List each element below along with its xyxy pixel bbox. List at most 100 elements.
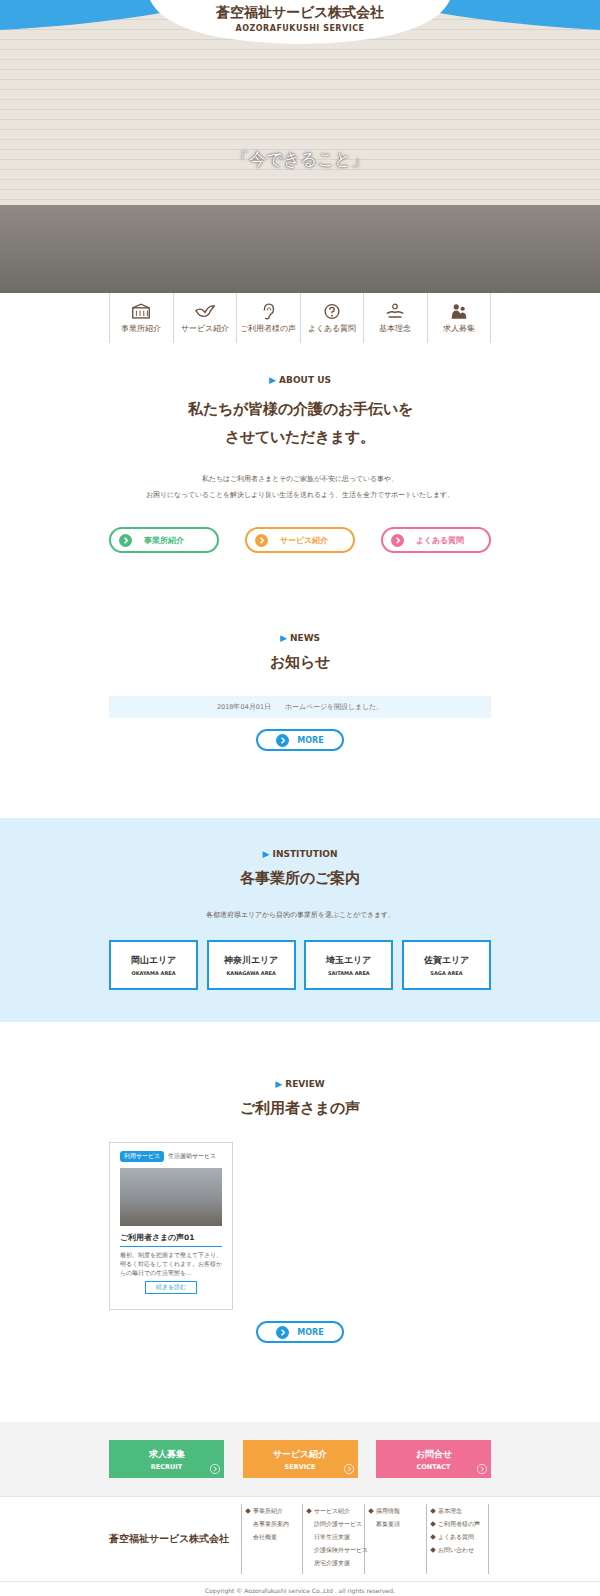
area-list: 岡山エリアOKAYAMA AREA神奈川エリアKANAGAWA AREA埼玉エリ… [109,940,491,990]
footer-link[interactable]: 事業所紹介 [246,1504,298,1517]
hands-icon [384,303,406,320]
section-label: ▶ INSTITUTION [0,849,600,859]
arrow-icon [391,534,404,547]
link-button[interactable]: よくある質問 [381,527,491,553]
card-text: 最初、制度を把握まで整えて下さり、明るく対応をしてくれます。お客様からの毎日での… [120,1251,222,1278]
area-card[interactable]: 神奈川エリアKANAGAWA AREA [207,940,296,990]
arrow-icon [119,534,132,547]
people-icon [448,303,470,320]
nav-label: サービス紹介 [181,324,229,334]
link-button[interactable]: 事業所紹介 [109,527,219,553]
footer-link[interactable]: 日常生活支援 [307,1530,360,1543]
footer-link[interactable]: 会社概要 [246,1530,298,1543]
footer-link[interactable]: 基本理念 [431,1504,484,1517]
section-label: ▶ REVIEW [0,1079,600,1089]
link-button[interactable]: サービス紹介 [245,527,355,553]
bird-icon [194,303,216,320]
nav-label: よくある質問 [308,324,356,334]
about-buttons: 事業所紹介サービス紹介よくある質問 [109,527,491,553]
nav-item[interactable]: 基本理念 [363,293,427,343]
area-card[interactable]: 佐賀エリアSAGA AREA [402,940,491,990]
hero-caption: 「今できること」 [0,148,600,171]
service-name: 生活援助サービス [168,1153,216,1160]
building-icon [130,303,152,320]
section-heading: お知らせ [0,653,600,672]
nav-item[interactable]: 事業所紹介 [109,293,173,343]
nav-item[interactable]: 求人募集 [427,293,492,343]
institution-text: 各都道府県エリアから目的の事業所を選ぶことができます。 [0,910,600,920]
footer-link[interactable]: ご利用者様の声 [431,1517,484,1530]
more-button[interactable]: MORE [256,1321,344,1343]
footer-link[interactable]: 募集要項 [369,1517,422,1530]
nav-label: 事業所紹介 [121,324,161,334]
nav-label: 基本理念 [379,324,411,334]
review-card[interactable]: 利用サービス生活援助サービスご利用者さまの声01最初、制度を把握まで整えて下さり… [109,1142,233,1310]
institution-section: ▶ INSTITUTION 各事業所のご案内各都道府県エリアから目的の事業所を選ぶ… [0,818,600,1022]
main-nav: 事業所紹介 サービス紹介 ご利用者様の声 よくある質問 基本理念 求人募集 [109,293,491,343]
diamond-icon [430,1521,436,1527]
footer-link[interactable]: よくある質問 [431,1530,484,1543]
nav-item[interactable]: よくある質問 [300,293,364,343]
footer-link[interactable]: 介護保険外サービス [307,1543,360,1556]
diamond-icon [430,1547,436,1553]
nav-item[interactable]: ご利用者様の声 [236,293,300,343]
footer-company: 蒼空福祉サービス株式会社 [109,1533,241,1546]
site-title[interactable]: 蒼空福祉サービス株式会社 AOZORAFUKUSHI SERVICE [0,4,600,33]
footer-link[interactable]: 採用情報 [369,1504,422,1517]
review-photo [120,1168,222,1226]
footer-column: 採用情報募集要項 [365,1504,427,1574]
footer-link[interactable]: 居宅介護支援 [307,1556,360,1569]
footer-column: 基本理念ご利用者様の声よくある質問お問い合わせ [427,1504,489,1574]
arrow-icon [210,1464,220,1474]
section-label: ▶ NEWS [0,633,600,643]
nav-label: 求人募集 [443,324,475,334]
arrow-icon [477,1464,487,1474]
review-section: ▶ REVIEWご利用者さまの声利用サービス生活援助サービスご利用者さまの声01… [0,1022,600,1422]
company-name-en: AOZORAFUKUSHI SERVICE [0,24,600,33]
about-text: 私たちはご利用者さまとそのご家族が不安に思っている事や、お困りになっていることを… [0,471,600,503]
diamond-icon [306,1508,312,1514]
nav-label: ご利用者様の声 [240,324,296,334]
footer-link[interactable]: サービス紹介 [307,1504,360,1517]
footer-link[interactable]: 訪問介護サービス [307,1517,360,1530]
nav-item[interactable]: サービス紹介 [173,293,237,343]
footer-column: 事業所紹介各事業所案内会社概要 [241,1504,303,1574]
cta-band: 求人募集RECRUIT サービス紹介SERVICE お問合せCONTACT [0,1422,600,1496]
arrow-icon [344,1464,354,1474]
review-list: 利用サービス生活援助サービスご利用者さまの声01最初、制度を把握まで整えて下さり… [109,1142,491,1310]
diamond-icon [430,1534,436,1540]
area-card[interactable]: 岡山エリアOKAYAMA AREA [109,940,198,990]
section-label: ▶ ABOUT US [0,375,600,385]
diamond-icon [245,1508,251,1514]
question-icon [321,303,343,320]
read-more-button[interactable]: 続きを読む [145,1281,197,1294]
footer-links: 事業所紹介各事業所案内会社概要サービス紹介訪問介護サービス日常生活支援介護保険外… [241,1498,489,1580]
arrow-icon [276,1326,289,1339]
section-heading: ご利用者さまの声 [0,1099,600,1118]
service-badge: 利用サービス [120,1151,164,1162]
cta-button[interactable]: 求人募集RECRUIT [109,1440,224,1478]
card-title: ご利用者さまの声01 [120,1233,222,1247]
arrow-icon [255,534,268,547]
page: 蒼空福祉サービス株式会社 AOZORAFUKUSHI SERVICE 「今できること… [0,0,600,1596]
hero: 蒼空福祉サービス株式会社 AOZORAFUKUSHI SERVICE 「今できること… [0,0,600,293]
footer: 蒼空福祉サービス株式会社事業所紹介各事業所案内会社概要サービス紹介訪問介護サービ… [0,1496,600,1581]
cta-button[interactable]: お問合せCONTACT [376,1440,491,1478]
news-section: ▶ NEWS お知らせ 2018年04月01日ホームページを開設しました。 MORE [0,595,600,818]
card-tags: 利用サービス生活援助サービス [120,1151,222,1162]
diamond-icon [368,1508,374,1514]
copyright: Copyright © Aozorafukushi service Co.,Lt… [0,1581,600,1596]
about-section: ▶ ABOUT US 私たちが皆様の介護のお手伝いをさせていただきます。私たちはご… [0,343,600,595]
more-button[interactable]: MORE [256,729,344,751]
area-card[interactable]: 埼玉エリアSAITAMA AREA [304,940,393,990]
ear-icon [257,303,279,320]
footer-link[interactable]: 各事業所案内 [246,1517,298,1530]
footer-column: サービス紹介訪問介護サービス日常生活支援介護保険外サービス居宅介護支援 [303,1504,365,1574]
news-item[interactable]: 2018年04月01日ホームページを開設しました。 [109,696,491,718]
arrow-icon [276,734,289,747]
company-name: 蒼空福祉サービス株式会社 [0,4,600,22]
cta-button[interactable]: サービス紹介SERVICE [243,1440,358,1478]
section-heading: 私たちが皆様の介護のお手伝いをさせていただきます。 [0,395,600,451]
footer-link[interactable]: お問い合わせ [431,1543,484,1556]
section-heading: 各事業所のご案内 [0,869,600,888]
